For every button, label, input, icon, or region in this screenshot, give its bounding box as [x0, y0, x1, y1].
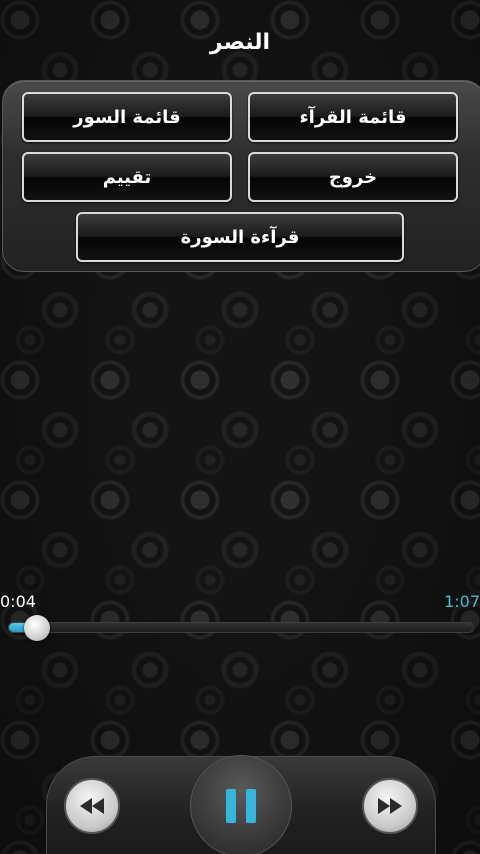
- surah-title: النصر: [209, 30, 271, 55]
- seek-bar[interactable]: [8, 614, 474, 641]
- fast-forward-button[interactable]: [362, 778, 418, 834]
- pause-icon: [226, 789, 256, 823]
- reciters-list-button[interactable]: قائمة القرآء: [248, 92, 458, 142]
- total-time: 1:07: [444, 592, 480, 611]
- pause-button[interactable]: [190, 755, 292, 854]
- seek-thumb[interactable]: [23, 614, 50, 641]
- fast-forward-icon: [378, 798, 402, 814]
- read-surah-button[interactable]: قرآءة السورة: [76, 212, 404, 262]
- surahs-list-button[interactable]: قائمة السور: [22, 92, 232, 142]
- rewind-icon: [80, 798, 104, 814]
- current-time: 0:04: [0, 592, 36, 611]
- exit-button[interactable]: خروج: [248, 152, 458, 202]
- rate-button[interactable]: تقييم: [22, 152, 232, 202]
- rewind-button[interactable]: [64, 778, 120, 834]
- app-screen: النصر قائمة القرآء قائمة السور خروج تقيي…: [0, 0, 480, 854]
